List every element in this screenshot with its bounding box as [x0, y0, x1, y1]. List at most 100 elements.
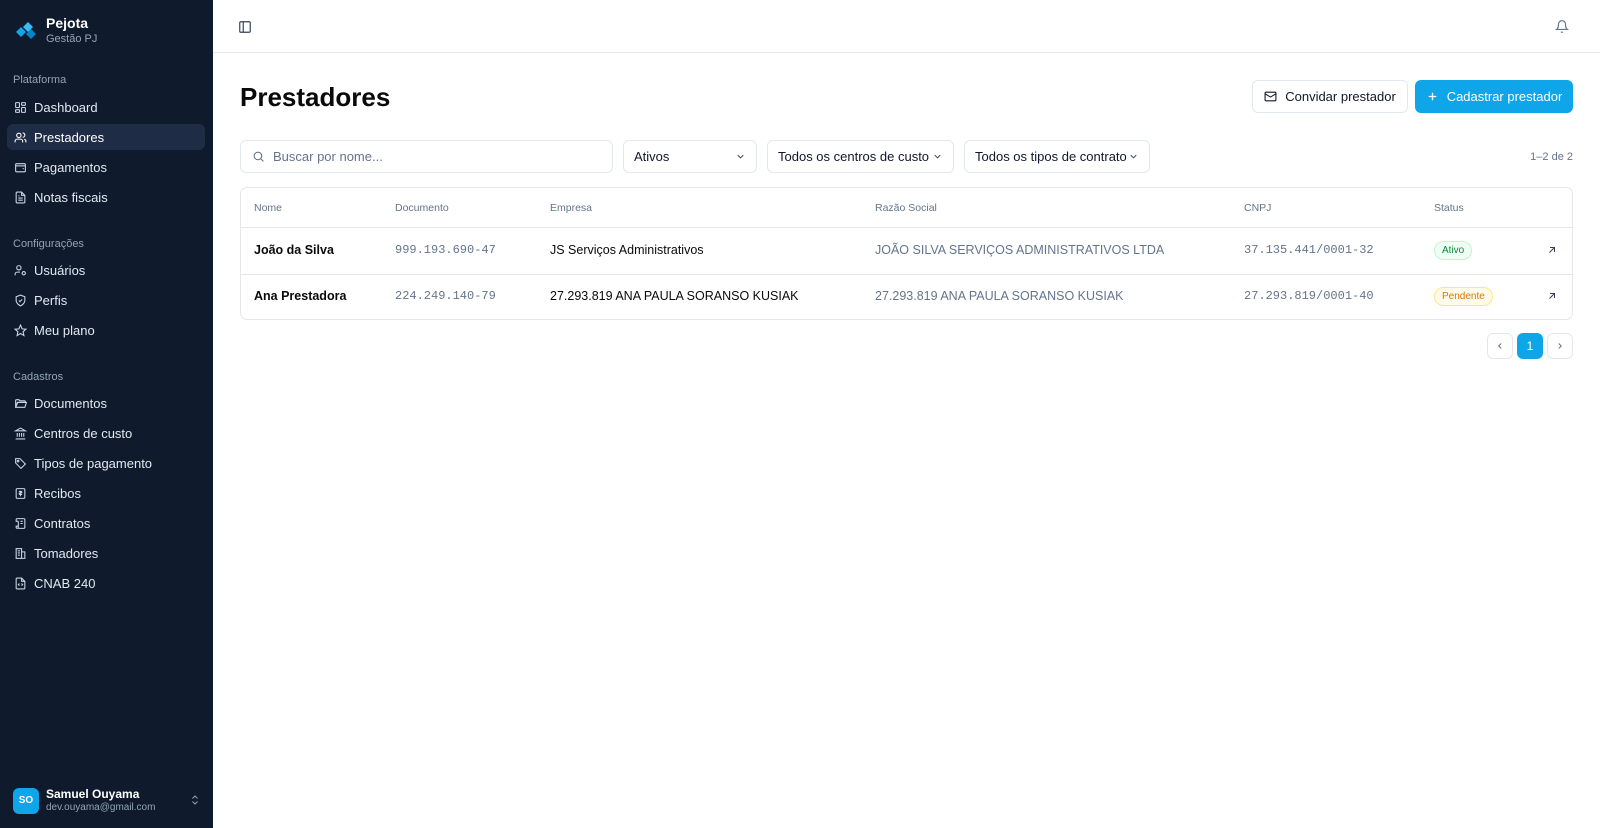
sidebar-item-centros-de-custo[interactable]: Centros de custo: [7, 420, 205, 446]
table-row[interactable]: João da Silva 999.193.690-47 JS Serviços…: [241, 228, 1572, 274]
sidebar-item-documentos[interactable]: Documentos: [7, 390, 205, 416]
plus-icon: [1428, 92, 1436, 101]
previous-page-button[interactable]: [1487, 333, 1513, 359]
column-header-documento[interactable]: Documento: [395, 202, 449, 214]
building-icon: [15, 547, 26, 559]
section-label-configuracoes: Configurações: [13, 238, 84, 250]
provider-legal-name: 27.293.819 ANA PAULA SORANSO KUSIAK: [875, 289, 1124, 303]
brand[interactable]: Pejota Gestão PJ: [14, 14, 97, 46]
sidebar-item-tomadores[interactable]: Tomadores: [7, 540, 205, 566]
sidebar-item-perfis[interactable]: Perfis: [7, 287, 205, 313]
search-input[interactable]: [273, 149, 593, 164]
create-provider-button[interactable]: Cadastrar prestador: [1415, 80, 1573, 113]
contract-type-filter-value: Todos os tipos de contrato: [975, 149, 1127, 164]
sidebar-item-tipos-de-pagamento[interactable]: Tipos de pagamento: [7, 450, 205, 476]
provider-company: JS Serviços Administrativos: [550, 243, 704, 257]
section-label-cadastros: Cadastros: [13, 371, 64, 383]
column-header-nome[interactable]: Nome: [254, 202, 282, 214]
sidebar-item-label: Perfis: [34, 292, 68, 308]
sidebar-item-pagamentos[interactable]: Pagamentos: [7, 154, 205, 180]
chevron-down-icon: [1130, 154, 1137, 159]
status-badge: Ativo: [1434, 241, 1473, 260]
column-header-status[interactable]: Status: [1434, 202, 1464, 214]
column-header-razao-social[interactable]: Razão Social: [875, 202, 937, 214]
table-row[interactable]: Ana Prestadora 224.249.140-79 27.293.819…: [241, 274, 1572, 319]
sidebar-item-usuarios[interactable]: Usuários: [7, 257, 205, 283]
chevron-right-icon: [1558, 343, 1562, 349]
user-name: Samuel Ouyama: [46, 787, 140, 801]
user-menu[interactable]: SO Samuel Ouyama dev.ouyama@gmail.com: [13, 787, 201, 814]
search-box[interactable]: [240, 140, 613, 173]
chevron-down-icon: [737, 154, 744, 159]
status-filter-select[interactable]: Ativos: [623, 140, 757, 173]
sidebar-item-label: Tomadores: [34, 545, 99, 561]
sidebar-item-prestadores[interactable]: Prestadores: [7, 124, 205, 150]
chevron-left-icon: [1498, 343, 1502, 349]
sidebar-item-label: Tipos de pagamento: [34, 455, 153, 471]
providers-table: Nome Documento Empresa Razão Social CNPJ…: [240, 187, 1573, 320]
sidebar-item-dashboard[interactable]: Dashboard: [7, 94, 205, 120]
sidebar-item-label: Centros de custo: [34, 425, 133, 441]
star-icon: [14, 323, 27, 337]
results-count: 1–2 de 2: [1530, 151, 1573, 163]
arrow-up-right-icon[interactable]: [1546, 290, 1558, 302]
sidebar-item-recibos[interactable]: Recibos: [7, 480, 205, 506]
sidebar: Pejota Gestão PJ Plataforma Dashboard Pr…: [0, 0, 213, 828]
shield-icon: [15, 294, 26, 307]
provider-cnpj: 27.293.819/0001-40: [1244, 289, 1374, 303]
sidebar-item-label: Notas fiscais: [34, 189, 108, 205]
contract-type-filter-select[interactable]: Todos os tipos de contrato: [964, 140, 1150, 173]
sidebar-item-notas-fiscais[interactable]: Notas fiscais: [7, 184, 205, 210]
cost-center-filter-select[interactable]: Todos os centros de custo: [767, 140, 954, 173]
pejota-logo-icon: [16, 22, 36, 39]
avatar: SO: [13, 787, 39, 814]
provider-company: 27.293.819 ANA PAULA SORANSO KUSIAK: [550, 289, 799, 303]
user-email: dev.ouyama@gmail.com: [46, 802, 156, 813]
tags-icon: [15, 457, 27, 469]
provider-name: Ana Prestadora: [254, 289, 347, 303]
scroll-icon: [15, 517, 26, 529]
sidebar-item-label: Documentos: [34, 395, 107, 411]
sidebar-item-label: Recibos: [34, 485, 81, 501]
sidebar-item-label: Meu plano: [34, 322, 95, 338]
column-header-empresa[interactable]: Empresa: [550, 202, 592, 214]
sidebar-item-cnab-240[interactable]: CNAB 240: [7, 570, 205, 596]
brand-name: Pejota: [46, 15, 89, 31]
search-icon: [253, 151, 264, 162]
sidebar-item-meu-plano[interactable]: Meu plano: [7, 317, 205, 343]
provider-name: João da Silva: [254, 243, 334, 257]
sidebar-item-label: Dashboard: [34, 99, 98, 115]
sidebar-item-label: Usuários: [34, 262, 86, 278]
invite-provider-button[interactable]: Convidar prestador: [1252, 80, 1408, 113]
receipt-icon: [15, 487, 26, 499]
sidebar-item-label: Pagamentos: [34, 159, 107, 175]
brand-subtitle: Gestão PJ: [46, 33, 98, 45]
users-icon: [14, 131, 27, 142]
provider-document: 999.193.690-47: [395, 243, 496, 257]
bell-icon[interactable]: [1555, 19, 1569, 34]
status-badge: Pendente: [1434, 287, 1493, 306]
sidebar-toggle-icon[interactable]: [238, 20, 252, 34]
create-provider-label: Cadastrar prestador: [1446, 89, 1563, 104]
page-button-current[interactable]: 1: [1517, 333, 1543, 359]
column-header-cnpj[interactable]: CNPJ: [1244, 202, 1271, 214]
sidebar-item-contratos[interactable]: Contratos: [7, 510, 205, 536]
file-code-icon: [15, 577, 26, 589]
file-text-icon: [15, 191, 26, 203]
user-cog-icon: [14, 264, 26, 275]
provider-cnpj: 37.135.441/0001-32: [1244, 243, 1374, 257]
dashboard-icon: [15, 101, 26, 113]
page-title: Prestadores: [240, 82, 391, 112]
folder-open-icon: [14, 398, 27, 408]
topbar: [213, 0, 1600, 53]
sidebar-item-label: Contratos: [34, 515, 91, 531]
cost-center-filter-value: Todos os centros de custo: [778, 149, 930, 164]
status-filter-value: Ativos: [634, 149, 670, 164]
sidebar-item-label: CNAB 240: [34, 575, 96, 591]
section-label-plataforma: Plataforma: [13, 74, 67, 86]
provider-legal-name: JOÃO SILVA SERVIÇOS ADMINISTRATIVOS LTDA: [875, 243, 1165, 257]
chevron-down-icon: [934, 154, 941, 159]
next-page-button[interactable]: [1547, 333, 1573, 359]
arrow-up-right-icon[interactable]: [1546, 244, 1558, 256]
landmark-icon: [14, 426, 27, 439]
